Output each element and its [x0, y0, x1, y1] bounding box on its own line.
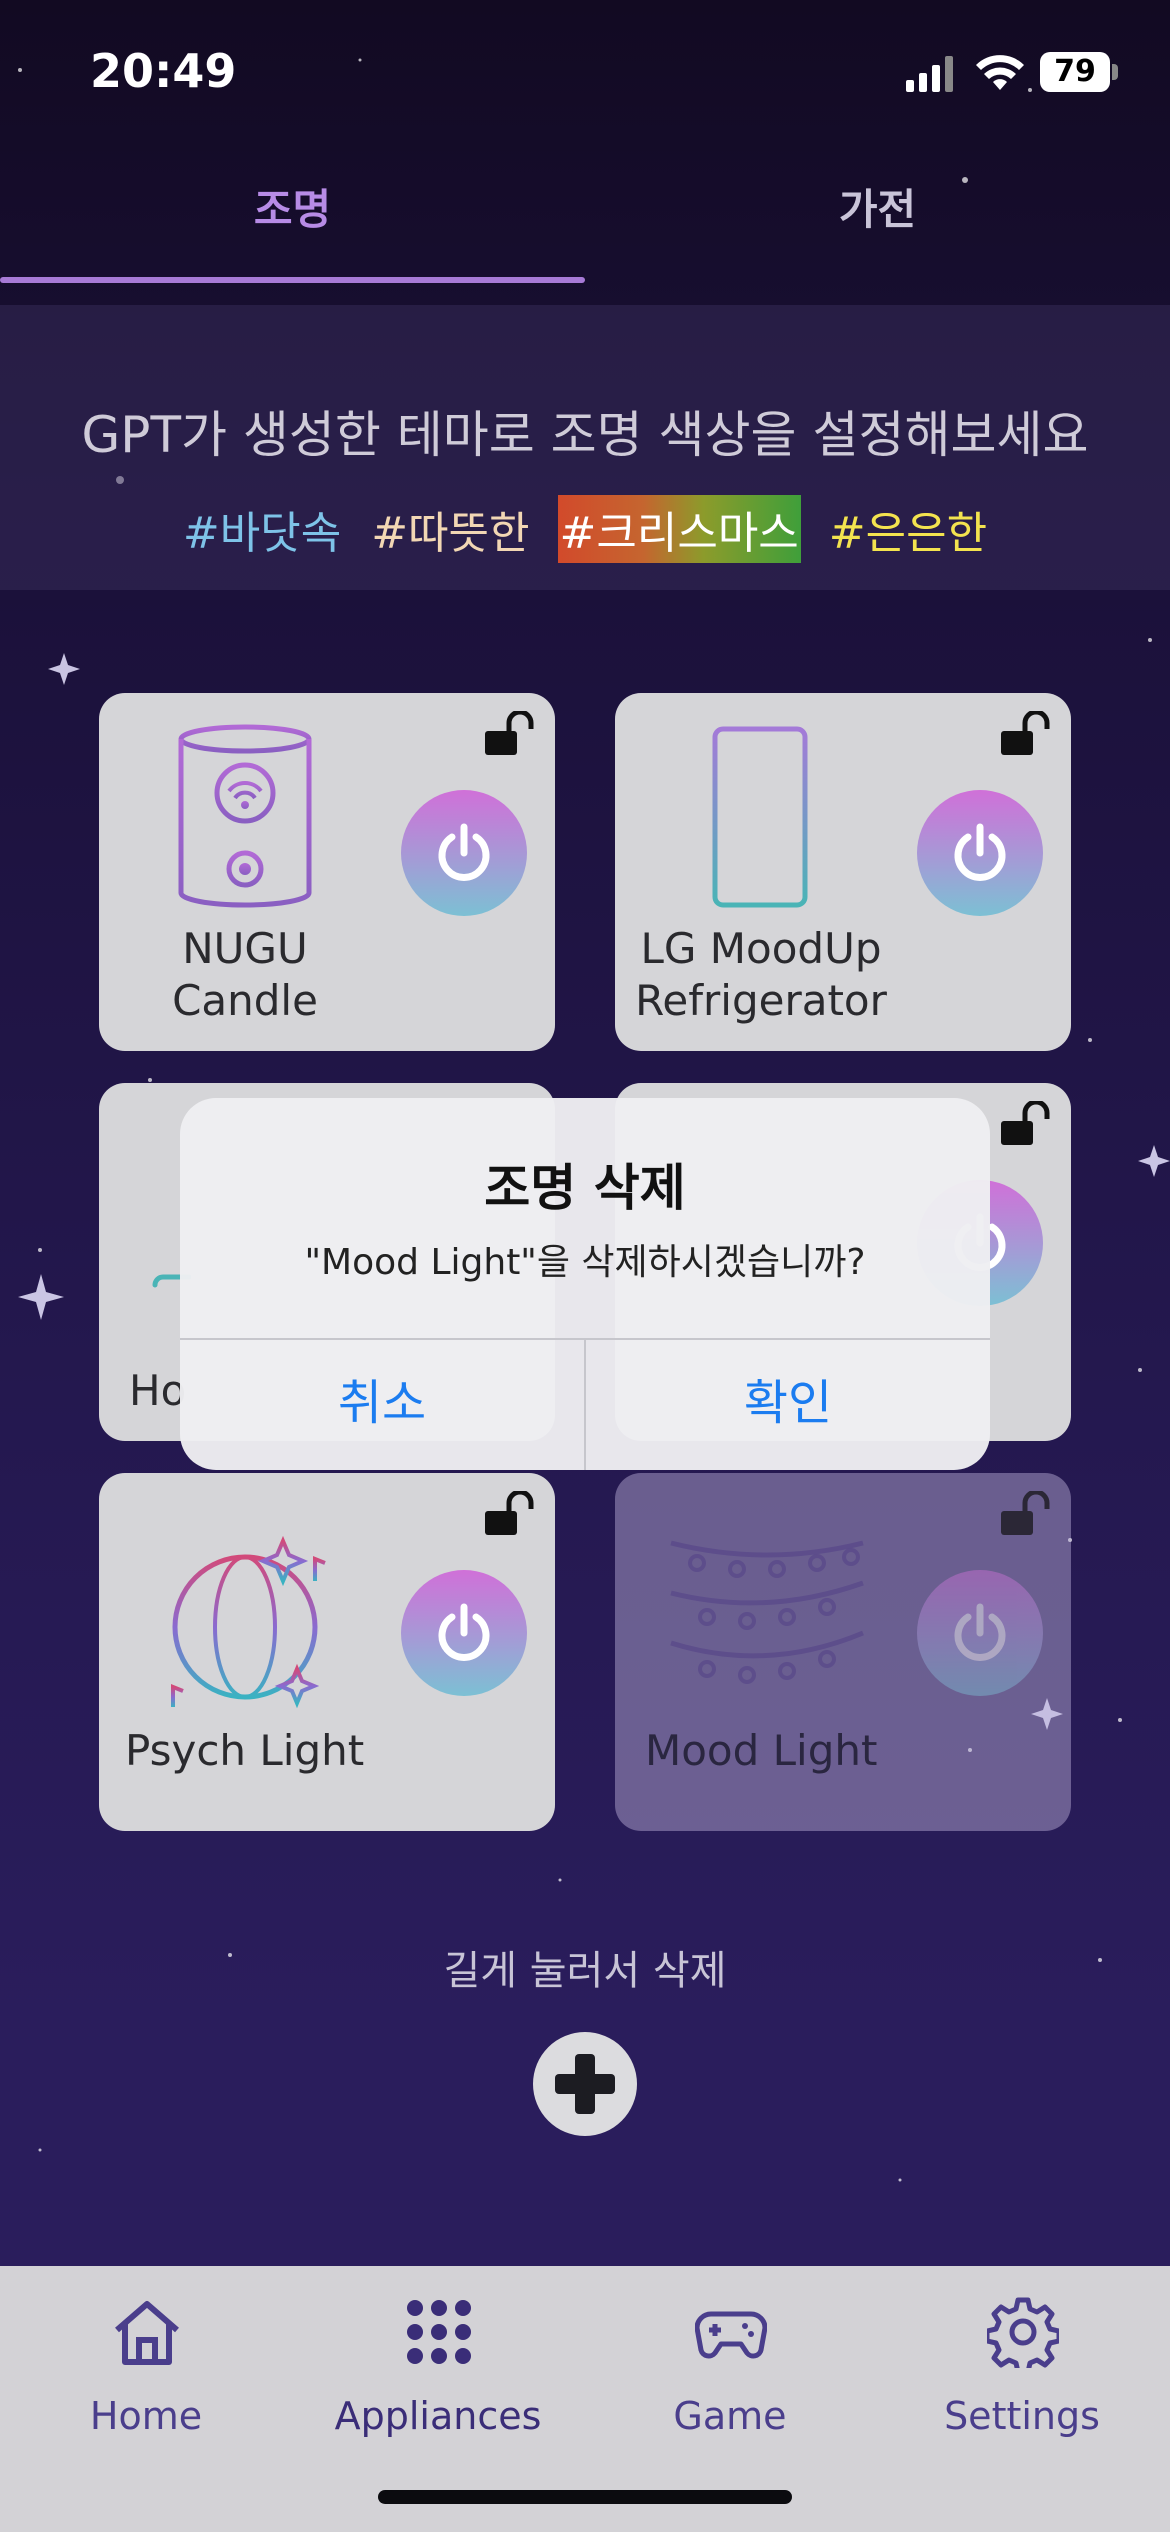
theme-tag-list: #바닷속 #따뜻한 #크리스마스 #은은한: [0, 495, 1170, 563]
wifi-icon: [976, 55, 1024, 90]
status-bar: 20:49 79: [0, 0, 1170, 140]
cellular-signal-icon: [906, 56, 953, 92]
unlock-icon[interactable]: [483, 711, 537, 757]
unlock-icon[interactable]: [483, 1491, 537, 1537]
category-tabs: 조명 가전: [0, 160, 1170, 285]
power-button[interactable]: [917, 790, 1043, 916]
power-icon: [438, 1603, 490, 1661]
disco-ball-icon: [171, 1531, 326, 1709]
device-name: LG MoodUp Refrigerator: [615, 923, 907, 1027]
unlock-icon[interactable]: [999, 711, 1053, 757]
nav-appliances[interactable]: Appliances: [292, 2266, 584, 2466]
confirm-button[interactable]: 확인: [586, 1340, 990, 1470]
gear-icon: [987, 2297, 1059, 2368]
device-card-nugu-candle[interactable]: NUGU Candle: [99, 693, 555, 1051]
device-name: Ho: [129, 1366, 187, 1415]
theme-tag-warm[interactable]: #따뜻한: [369, 495, 531, 563]
dialog-message: "Mood Light"을 삭제하시겠습니까?: [304, 1242, 866, 1283]
device-card-mood-light[interactable]: Mood Light: [615, 1473, 1071, 1831]
nav-settings-label: Settings: [944, 2394, 1100, 2438]
device-name-line1: LG MoodUp: [640, 924, 882, 973]
add-device-button[interactable]: [533, 2032, 637, 2136]
home-indicator: [378, 2490, 792, 2504]
status-time: 20:49: [90, 44, 237, 98]
device-name: NUGU Candle: [99, 923, 391, 1027]
unlock-icon[interactable]: [999, 1491, 1053, 1537]
theme-tag-christmas[interactable]: #크리스마스: [557, 495, 801, 563]
candle-speaker-icon: [178, 724, 312, 908]
power-icon: [954, 823, 1006, 881]
device-name: Psych Light: [125, 1726, 365, 1775]
refrigerator-icon: [712, 726, 808, 908]
string-lights-icon: [670, 1540, 864, 1684]
device-card-lg-refrigerator[interactable]: LG MoodUp Refrigerator: [615, 693, 1071, 1051]
delete-hint: 길게 눌러서 삭제: [443, 1948, 727, 1994]
tab-active-underline: [0, 277, 585, 283]
device-name: Mood Light: [645, 1726, 878, 1775]
nav-settings[interactable]: Settings: [876, 2266, 1168, 2466]
cancel-button[interactable]: 취소: [180, 1340, 584, 1470]
power-icon: [438, 823, 490, 881]
battery-indicator: 79: [1040, 52, 1110, 92]
theme-tag-underwater[interactable]: #바닷속: [181, 495, 343, 563]
grid-dots-icon: [407, 2300, 471, 2364]
delete-confirm-dialog: 조명 삭제 "Mood Light"을 삭제하시겠습니까? 취소 확인: [180, 1098, 990, 1470]
tab-lighting[interactable]: 조명: [0, 160, 585, 285]
plus-icon-vertical: [575, 2054, 595, 2114]
unlock-icon[interactable]: [999, 1101, 1053, 1147]
dialog-title: 조명 삭제: [484, 1159, 686, 1217]
banner-title: GPT가 생성한 테마로 조명 색상을 설정해보세요: [81, 406, 1089, 464]
device-name-line2: Refrigerator: [635, 976, 887, 1025]
gpt-theme-banner: GPT가 생성한 테마로 조명 색상을 설정해보세요 #바닷속 #따뜻한 #크리…: [0, 305, 1170, 590]
battery-tip: [1112, 64, 1118, 80]
device-name-line1: NUGU: [182, 924, 308, 973]
home-icon: [115, 2301, 179, 2365]
tab-appliances[interactable]: 가전: [585, 160, 1170, 285]
theme-tag-subtle[interactable]: #은은한: [827, 495, 989, 563]
gamepad-icon: [695, 2311, 767, 2359]
nav-game[interactable]: Game: [584, 2266, 876, 2466]
bottom-navigation: Home Appliances Game Settings: [0, 2266, 1170, 2532]
nav-home-label: Home: [89, 2394, 203, 2438]
power-icon: [954, 1603, 1006, 1661]
nav-home[interactable]: Home: [0, 2266, 292, 2466]
nav-game-label: Game: [673, 2394, 787, 2438]
power-button[interactable]: [917, 1570, 1043, 1696]
device-name-line2: Candle: [172, 976, 318, 1025]
nav-appliances-label: Appliances: [334, 2394, 542, 2438]
power-button[interactable]: [401, 1570, 527, 1696]
device-card-psych-light[interactable]: Psych Light: [99, 1473, 555, 1831]
power-button[interactable]: [401, 790, 527, 916]
